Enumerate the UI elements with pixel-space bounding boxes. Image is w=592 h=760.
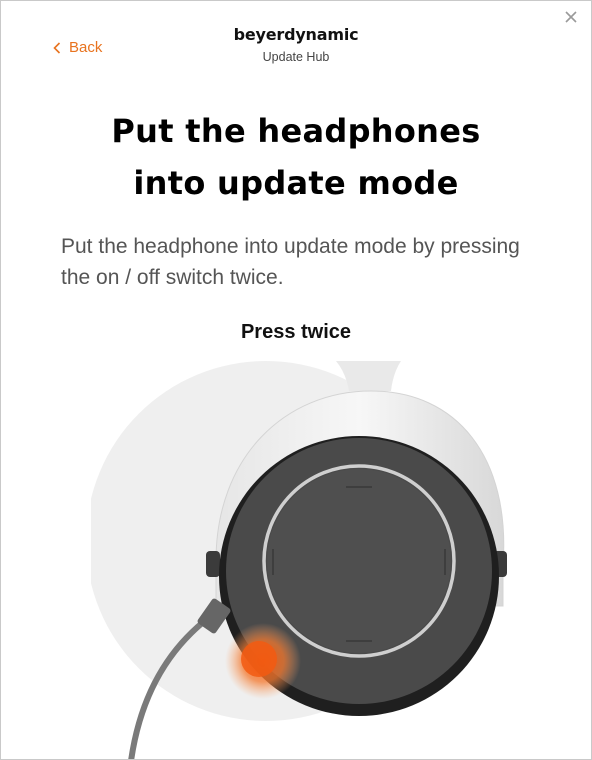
headphone-illustration [91, 361, 507, 759]
app-window: Back beyerdynamic Update Hub Put the hea… [0, 0, 592, 760]
close-icon [565, 11, 577, 23]
touch-surface [267, 469, 451, 653]
brand-header: beyerdynamic Update Hub [1, 25, 591, 64]
brand-logo-text: beyerdynamic [233, 25, 359, 44]
app-name: Update Hub [262, 50, 330, 64]
page-title-line-2: into update mode [133, 164, 459, 202]
instruction-description: Put the headphone into update mode by pr… [61, 235, 520, 289]
power-button-core [241, 641, 277, 677]
page-title: Put the headphones into update mode [1, 105, 591, 209]
press-twice-label: Press twice [240, 321, 352, 343]
left-pivot [206, 551, 220, 577]
close-button[interactable] [561, 7, 581, 27]
page-title-line-1: Put the headphones [111, 112, 481, 150]
